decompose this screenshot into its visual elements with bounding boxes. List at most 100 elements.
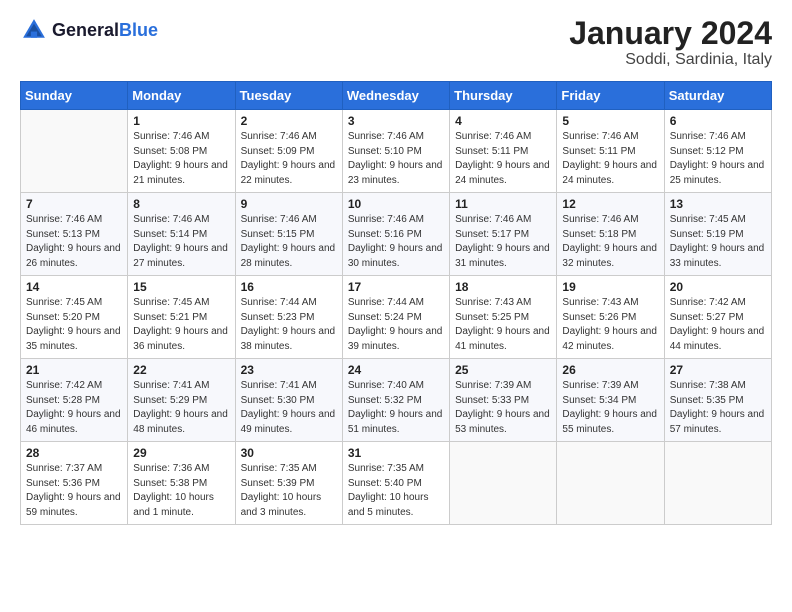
calendar-body: 1Sunrise: 7:46 AMSunset: 5:08 PMDaylight…	[21, 110, 772, 525]
day-cell: 5Sunrise: 7:46 AMSunset: 5:11 PMDaylight…	[557, 110, 664, 193]
day-cell: 2 Sunrise: 7:46 AMSunset: 5:09 PMDaylight…	[235, 110, 342, 193]
day-number: 31	[348, 446, 444, 460]
day-info: Sunrise: 7:44 AMSunset: 5:24 PMDaylight:…	[348, 296, 444, 354]
day-number: 18	[455, 280, 551, 294]
day-cell: 10 Sunrise: 7:46 AMSunset: 5:16 PMDayligh…	[342, 193, 449, 276]
week-row-4: 28 Sunrise: 7:37 AMSunset: 5:36 PMDayligh…	[21, 442, 772, 525]
week-row-2: 14 Sunrise: 7:45 AMSunset: 5:20 PMDayligh…	[21, 276, 772, 359]
title-block: January 2024 Soddi, Sardinia, Italy	[569, 16, 772, 69]
day-number: 23	[241, 363, 337, 377]
day-number: 28	[26, 446, 122, 460]
day-info: Sunrise: 7:46 AMSunset: 5:08 PMDaylight:…	[133, 130, 229, 188]
day-info: Sunrise: 7:46 AMSunset: 5:11 PMDaylight:…	[455, 130, 551, 188]
day-info: Sunrise: 7:44 AMSunset: 5:23 PMDaylight:…	[241, 296, 337, 354]
day-info: Sunrise: 7:46 AMSunset: 5:09 PMDaylight:…	[241, 130, 337, 188]
day-number: 11	[455, 197, 551, 211]
day-number: 9	[241, 197, 337, 211]
header: GeneralBlue January 2024 Soddi, Sardinia…	[20, 16, 772, 69]
day-info: Sunrise: 7:38 AMSunset: 5:35 PMDaylight:…	[670, 379, 766, 437]
calendar-subtitle: Soddi, Sardinia, Italy	[569, 51, 772, 69]
day-info: Sunrise: 7:46 AMSunset: 5:16 PMDaylight:…	[348, 213, 444, 271]
day-info: Sunrise: 7:46 AMSunset: 5:12 PMDaylight:…	[670, 130, 766, 188]
col-friday: Friday	[557, 82, 664, 110]
day-info: Sunrise: 7:40 AMSunset: 5:32 PMDaylight:…	[348, 379, 444, 437]
day-cell: 24 Sunrise: 7:40 AMSunset: 5:32 PMDayligh…	[342, 359, 449, 442]
day-cell: 1Sunrise: 7:46 AMSunset: 5:08 PMDaylight…	[128, 110, 235, 193]
day-cell: 8Sunrise: 7:46 AMSunset: 5:14 PMDaylight…	[128, 193, 235, 276]
day-number: 25	[455, 363, 551, 377]
day-number: 30	[241, 446, 337, 460]
day-number: 8	[133, 197, 229, 211]
day-number: 24	[348, 363, 444, 377]
day-info: Sunrise: 7:46 AMSunset: 5:18 PMDaylight:…	[562, 213, 658, 271]
day-cell: 14 Sunrise: 7:45 AMSunset: 5:20 PMDayligh…	[21, 276, 128, 359]
day-cell: 27 Sunrise: 7:38 AMSunset: 5:35 PMDayligh…	[664, 359, 771, 442]
day-cell	[664, 442, 771, 525]
day-info: Sunrise: 7:37 AMSunset: 5:36 PMDaylight:…	[26, 462, 122, 520]
day-cell: 11 Sunrise: 7:46 AMSunset: 5:17 PMDayligh…	[450, 193, 557, 276]
day-info: Sunrise: 7:39 AMSunset: 5:33 PMDaylight:…	[455, 379, 551, 437]
day-cell: 22 Sunrise: 7:41 AMSunset: 5:29 PMDayligh…	[128, 359, 235, 442]
col-thursday: Thursday	[450, 82, 557, 110]
day-cell: 19 Sunrise: 7:43 AMSunset: 5:26 PMDayligh…	[557, 276, 664, 359]
logo: GeneralBlue	[20, 16, 158, 44]
day-cell: 28 Sunrise: 7:37 AMSunset: 5:36 PMDayligh…	[21, 442, 128, 525]
col-sunday: Sunday	[21, 82, 128, 110]
day-number: 19	[562, 280, 658, 294]
day-cell: 13Sunrise: 7:45 AMSunset: 5:19 PMDayligh…	[664, 193, 771, 276]
logo-blue: Blue	[119, 20, 158, 40]
day-cell: 3Sunrise: 7:46 AMSunset: 5:10 PMDaylight…	[342, 110, 449, 193]
day-number: 26	[562, 363, 658, 377]
day-cell: 23Sunrise: 7:41 AMSunset: 5:30 PMDayligh…	[235, 359, 342, 442]
day-number: 7	[26, 197, 122, 211]
day-cell: 16 Sunrise: 7:44 AMSunset: 5:23 PMDayligh…	[235, 276, 342, 359]
logo-general: General	[52, 20, 119, 40]
day-cell: 31 Sunrise: 7:35 AMSunset: 5:40 PMDayligh…	[342, 442, 449, 525]
day-number: 13	[670, 197, 766, 211]
day-cell: 4 Sunrise: 7:46 AMSunset: 5:11 PMDaylight…	[450, 110, 557, 193]
day-number: 14	[26, 280, 122, 294]
day-cell	[21, 110, 128, 193]
weekday-row: Sunday Monday Tuesday Wednesday Thursday…	[21, 82, 772, 110]
day-number: 16	[241, 280, 337, 294]
day-number: 17	[348, 280, 444, 294]
calendar-header: Sunday Monday Tuesday Wednesday Thursday…	[21, 82, 772, 110]
day-number: 2	[241, 114, 337, 128]
day-cell: 25 Sunrise: 7:39 AMSunset: 5:33 PMDayligh…	[450, 359, 557, 442]
day-number: 15	[133, 280, 229, 294]
day-cell: 20Sunrise: 7:42 AMSunset: 5:27 PMDayligh…	[664, 276, 771, 359]
day-cell	[557, 442, 664, 525]
logo-text: GeneralBlue	[52, 20, 158, 41]
day-info: Sunrise: 7:43 AMSunset: 5:25 PMDaylight:…	[455, 296, 551, 354]
day-info: Sunrise: 7:42 AMSunset: 5:27 PMDaylight:…	[670, 296, 766, 354]
day-number: 4	[455, 114, 551, 128]
day-info: Sunrise: 7:46 AMSunset: 5:13 PMDaylight:…	[26, 213, 122, 271]
week-row-3: 21Sunrise: 7:42 AMSunset: 5:28 PMDayligh…	[21, 359, 772, 442]
day-info: Sunrise: 7:43 AMSunset: 5:26 PMDaylight:…	[562, 296, 658, 354]
week-row-1: 7 Sunrise: 7:46 AMSunset: 5:13 PMDaylight…	[21, 193, 772, 276]
day-number: 29	[133, 446, 229, 460]
day-cell: 15Sunrise: 7:45 AMSunset: 5:21 PMDayligh…	[128, 276, 235, 359]
day-info: Sunrise: 7:42 AMSunset: 5:28 PMDaylight:…	[26, 379, 122, 437]
week-row-0: 1Sunrise: 7:46 AMSunset: 5:08 PMDaylight…	[21, 110, 772, 193]
day-number: 27	[670, 363, 766, 377]
col-saturday: Saturday	[664, 82, 771, 110]
day-cell	[450, 442, 557, 525]
day-cell: 12Sunrise: 7:46 AMSunset: 5:18 PMDayligh…	[557, 193, 664, 276]
day-cell: 29Sunrise: 7:36 AMSunset: 5:38 PMDayligh…	[128, 442, 235, 525]
day-info: Sunrise: 7:35 AMSunset: 5:40 PMDaylight:…	[348, 462, 444, 520]
day-number: 10	[348, 197, 444, 211]
day-info: Sunrise: 7:46 AMSunset: 5:11 PMDaylight:…	[562, 130, 658, 188]
day-cell: 17 Sunrise: 7:44 AMSunset: 5:24 PMDayligh…	[342, 276, 449, 359]
day-info: Sunrise: 7:46 AMSunset: 5:17 PMDaylight:…	[455, 213, 551, 271]
day-cell: 7 Sunrise: 7:46 AMSunset: 5:13 PMDaylight…	[21, 193, 128, 276]
day-info: Sunrise: 7:46 AMSunset: 5:10 PMDaylight:…	[348, 130, 444, 188]
day-number: 6	[670, 114, 766, 128]
calendar-title: January 2024	[569, 16, 772, 51]
day-number: 22	[133, 363, 229, 377]
day-info: Sunrise: 7:41 AMSunset: 5:29 PMDaylight:…	[133, 379, 229, 437]
day-cell: 18 Sunrise: 7:43 AMSunset: 5:25 PMDayligh…	[450, 276, 557, 359]
day-cell: 30Sunrise: 7:35 AMSunset: 5:39 PMDayligh…	[235, 442, 342, 525]
day-info: Sunrise: 7:45 AMSunset: 5:20 PMDaylight:…	[26, 296, 122, 354]
day-cell: 26Sunrise: 7:39 AMSunset: 5:34 PMDayligh…	[557, 359, 664, 442]
